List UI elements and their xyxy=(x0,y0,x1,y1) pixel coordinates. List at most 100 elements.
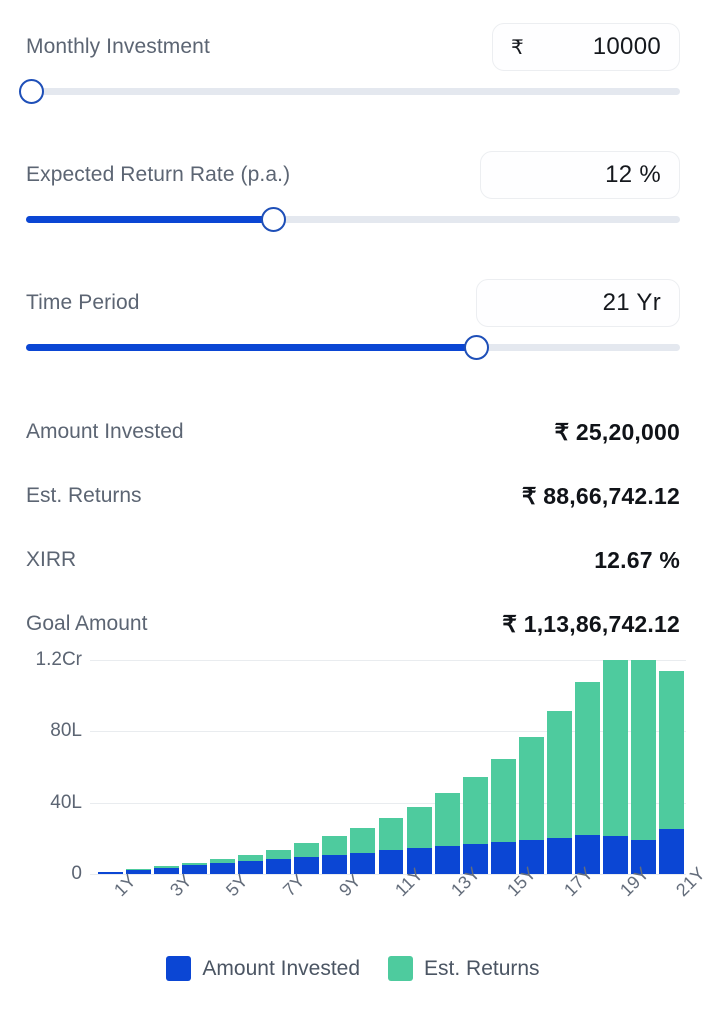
bar-segment-invested xyxy=(378,850,404,874)
bar-segment-invested xyxy=(322,854,348,874)
monthly-investment-slider[interactable] xyxy=(19,78,680,104)
est-returns-value: ₹ 88,66,742.12 xyxy=(521,482,680,509)
bar-segment-returns xyxy=(603,660,629,836)
time-period-input[interactable]: 21 Yr xyxy=(476,279,680,327)
bar-column[interactable] xyxy=(659,660,685,874)
bar-column[interactable] xyxy=(490,660,516,874)
legend-swatch-returns xyxy=(388,956,414,981)
amount-invested-value: ₹ 25,20,000 xyxy=(554,418,680,445)
time-period-row: Time Period 21 Yr xyxy=(0,272,706,334)
bar-segment-invested xyxy=(490,841,516,874)
time-period-block: Time Period 21 Yr xyxy=(0,272,706,360)
est-returns-label: Est. Returns xyxy=(26,484,142,507)
bar-column[interactable] xyxy=(462,660,488,874)
bar-segment-returns xyxy=(350,828,376,853)
bar-segment-returns xyxy=(547,711,572,838)
time-period-value: 21 Yr xyxy=(602,289,661,316)
bar-segment-invested xyxy=(603,835,629,874)
expected-return-rate-label: Expected Return Rate (p.a.) xyxy=(26,163,291,186)
bar-segment-invested xyxy=(153,867,179,874)
slider-track[interactable] xyxy=(26,88,680,95)
bar-segment-invested xyxy=(294,856,320,874)
slider-track-fill xyxy=(26,344,476,351)
y-axis-tick: 1.2Cr xyxy=(35,649,82,670)
bar-column[interactable] xyxy=(294,660,320,874)
legend-item-est-returns[interactable]: Est. Returns xyxy=(388,956,540,981)
bar-segment-returns xyxy=(631,660,657,840)
summary-row-est-returns: Est. Returns ₹ 88,66,742.12 xyxy=(26,464,680,528)
growth-chart: 0 40L 80L 1.2Cr 1Y 3Y 5Y 7Y 9Y 11Y 13Y 15Y 17Y 19Y 21… xyxy=(0,649,706,1010)
bar-column[interactable] xyxy=(125,660,151,874)
bar-column[interactable] xyxy=(378,660,404,874)
y-axis-tick: 80L xyxy=(50,720,82,742)
bar-segment-returns xyxy=(490,758,516,842)
bar-segment-returns xyxy=(462,777,488,845)
bar-segment-returns xyxy=(322,836,348,855)
monthly-investment-value: 10000 xyxy=(592,33,661,60)
bar-column[interactable] xyxy=(519,660,544,874)
expected-return-rate-slider[interactable] xyxy=(26,206,680,232)
slider-thumb[interactable] xyxy=(261,207,287,232)
bar-segment-invested xyxy=(350,852,376,874)
bar-column[interactable] xyxy=(631,660,657,874)
y-axis-labels: 0 40L 80L 1.2Cr xyxy=(0,649,90,890)
expected-return-rate-input[interactable]: 12 % xyxy=(480,151,680,199)
bar-column[interactable] xyxy=(603,660,629,874)
bar-segment-returns xyxy=(406,806,432,849)
xirr-value: 12.67 % xyxy=(594,546,680,573)
bar-segment-invested xyxy=(434,846,460,874)
time-period-label: Time Period xyxy=(26,291,140,314)
bar-segment-invested xyxy=(97,871,123,874)
bar-column[interactable] xyxy=(322,660,348,874)
chart-legend: Amount Invested Est. Returns xyxy=(0,956,706,981)
bar-segment-invested xyxy=(266,859,292,874)
bar-segment-returns xyxy=(294,843,320,857)
bar-segment-invested xyxy=(238,861,263,874)
bar-column[interactable] xyxy=(350,660,376,874)
bar-column[interactable] xyxy=(238,660,263,874)
slider-thumb[interactable] xyxy=(463,335,489,360)
bar-column[interactable] xyxy=(153,660,179,874)
summary-row-xirr: XIRR 12.67 % xyxy=(26,528,680,592)
legend-swatch-invested xyxy=(166,956,192,981)
bar-segment-returns xyxy=(266,849,292,860)
summary-row-amount-invested: Amount Invested ₹ 25,20,000 xyxy=(26,400,680,464)
bar-segment-returns xyxy=(519,736,544,840)
x-axis-labels: 1Y 3Y 5Y 7Y 9Y 11Y 13Y 15Y 17Y 19Y 21Y xyxy=(96,863,706,938)
summary-section: Amount Invested ₹ 25,20,000 Est. Returns… xyxy=(0,400,706,656)
xirr-label: XIRR xyxy=(26,548,77,571)
expected-return-rate-row: Expected Return Rate (p.a.) 12 % xyxy=(0,144,706,206)
y-axis-tick: 40L xyxy=(50,791,82,813)
slider-thumb[interactable] xyxy=(19,79,45,104)
bar-segment-invested xyxy=(547,837,572,874)
bar-column[interactable] xyxy=(209,660,235,874)
sip-calculator-page: Monthly Investment ₹ 10000 Expected Retu… xyxy=(0,0,706,1010)
chart-bars xyxy=(96,660,686,874)
legend-item-amount-invested[interactable]: Amount Invested xyxy=(166,956,360,981)
amount-invested-label: Amount Invested xyxy=(26,420,184,443)
legend-label-returns: Est. Returns xyxy=(424,956,540,980)
expected-return-rate-value: 12 % xyxy=(605,161,661,188)
monthly-investment-label: Monthly Investment xyxy=(26,35,210,58)
bar-segment-invested xyxy=(181,865,207,874)
bar-column[interactable] xyxy=(97,660,123,874)
goal-amount-value: ₹ 1,13,86,742.12 xyxy=(502,610,680,637)
summary-row-goal-amount: Goal Amount ₹ 1,13,86,742.12 xyxy=(26,592,680,656)
bar-segment-returns xyxy=(659,670,685,830)
bar-column[interactable] xyxy=(266,660,292,874)
rupee-icon: ₹ xyxy=(511,36,524,59)
bar-column[interactable] xyxy=(406,660,432,874)
time-period-slider[interactable] xyxy=(26,334,680,360)
bar-segment-invested xyxy=(659,829,685,874)
bar-column[interactable] xyxy=(434,660,460,874)
bar-column[interactable] xyxy=(547,660,572,874)
expected-return-rate-block: Expected Return Rate (p.a.) 12 % xyxy=(0,144,706,232)
bar-column[interactable] xyxy=(575,660,601,874)
legend-label-invested: Amount Invested xyxy=(202,956,361,980)
bar-segment-returns xyxy=(575,681,601,836)
monthly-investment-input[interactable]: ₹ 10000 xyxy=(492,23,680,71)
chart-plot-area: 0 40L 80L 1.2Cr 1Y 3Y 5Y 7Y 9Y 11Y 13Y 15Y 17Y 19Y 21… xyxy=(0,649,706,920)
goal-amount-label: Goal Amount xyxy=(26,612,148,635)
chart-bars-region xyxy=(90,660,686,875)
bar-column[interactable] xyxy=(181,660,207,874)
